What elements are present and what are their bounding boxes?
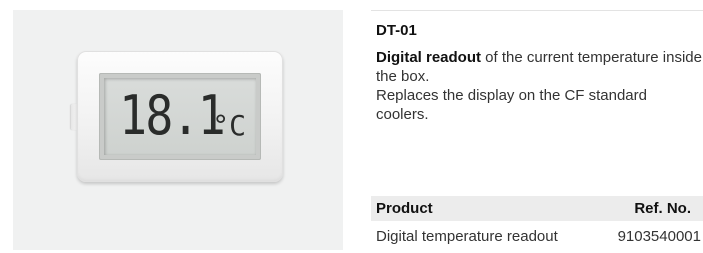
column-header-ref: Ref. No. (634, 200, 691, 217)
lcd-unit: °C (212, 109, 246, 142)
description-highlight: Digital readout (376, 49, 482, 66)
lcd-screen: 18.1 °C (104, 78, 256, 155)
product-image: 18.1 °C (13, 10, 343, 250)
lcd-bezel: 18.1 °C (99, 73, 261, 160)
table-header: Product Ref. No. (371, 196, 703, 221)
cell-product: Digital temperature readout (376, 228, 558, 245)
column-header-product: Product (376, 200, 433, 217)
table-row: Digital temperature readout 9103540001 (371, 224, 703, 250)
cell-ref: 9103540001 (617, 228, 701, 245)
divider (371, 10, 703, 11)
product-model: DT-01 (376, 22, 417, 39)
description-text-2: Replaces the display on the CF standard … (376, 87, 647, 123)
thermometer-device: 18.1 °C (77, 51, 283, 182)
product-description: Digital readout of the current temperatu… (376, 48, 703, 124)
lcd-reading: 18.1 (119, 84, 226, 147)
